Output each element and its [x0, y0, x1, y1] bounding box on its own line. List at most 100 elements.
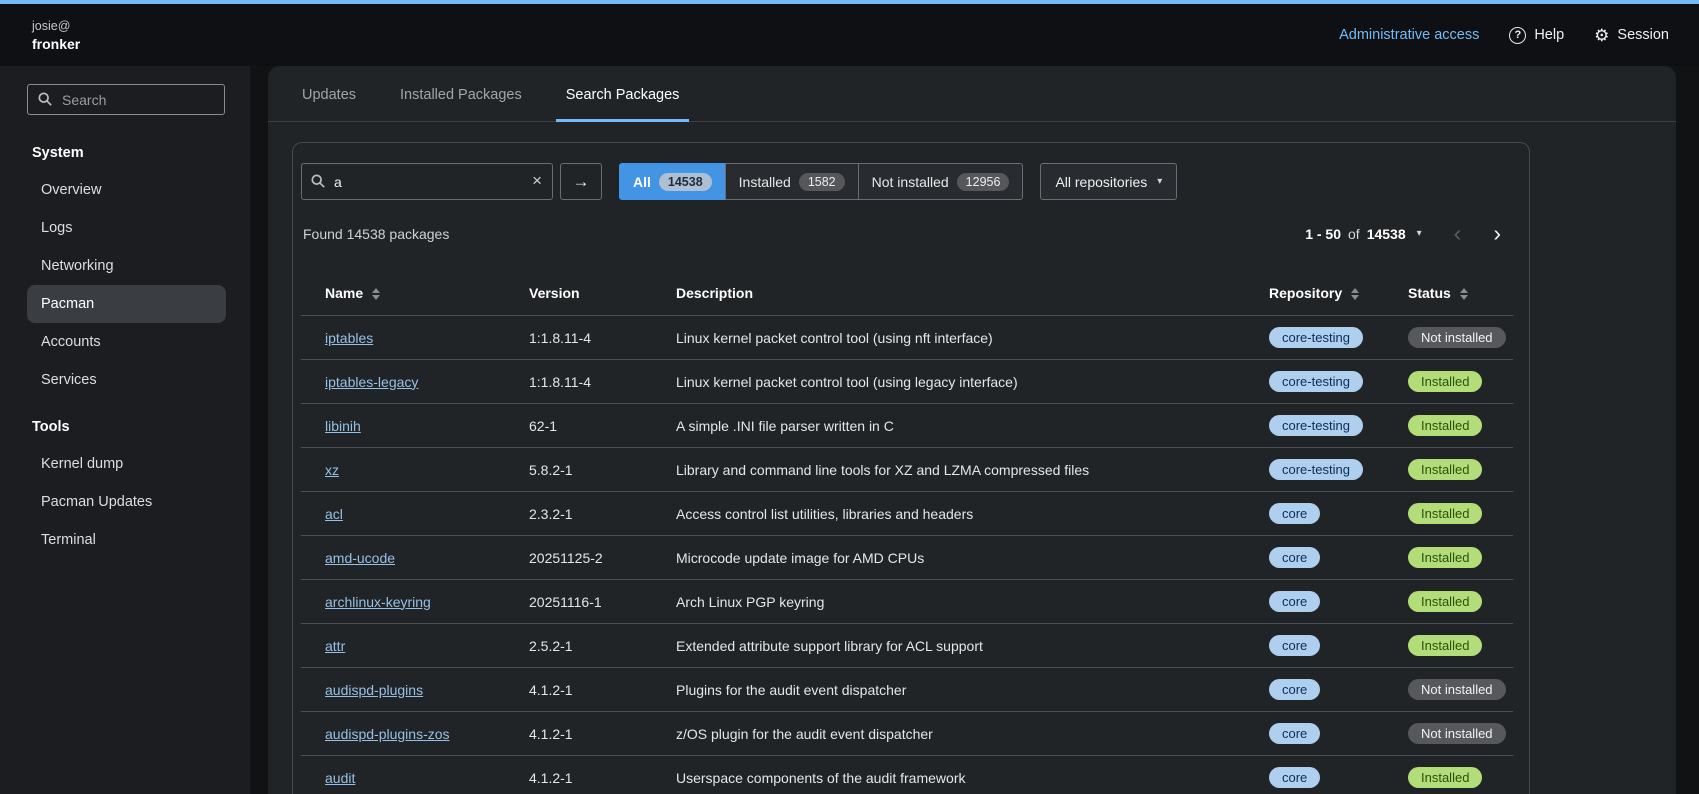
package-search-input[interactable] — [301, 163, 553, 200]
repository-dropdown-label: All repositories — [1055, 174, 1147, 190]
package-description: Microcode update image for AMD CPUs — [664, 536, 1257, 580]
sidebar-item-terminal[interactable]: Terminal — [27, 521, 226, 559]
sidebar-section-title: Tools — [0, 411, 250, 445]
package-link[interactable]: archlinux-keyring — [325, 594, 431, 610]
table-row: archlinux-keyring 20251116-1 Arch Linux … — [301, 580, 1513, 624]
filter-count-badge: 14538 — [659, 173, 712, 191]
sidebar-item-logs[interactable]: Logs — [27, 209, 226, 247]
sidebar-item-accounts[interactable]: Accounts — [27, 323, 226, 361]
sidebar-item-kernel-dump[interactable]: Kernel dump — [27, 445, 226, 483]
sidebar-section-list: Kernel dump Pacman Updates Terminal — [0, 445, 250, 559]
sidebar-search — [27, 84, 225, 115]
column-header-repository[interactable]: Repository — [1257, 271, 1396, 316]
search-icon — [311, 174, 325, 193]
repository-badge: core — [1269, 547, 1320, 568]
pagination-total: 14538 — [1367, 226, 1406, 242]
package-link[interactable]: acl — [325, 506, 343, 522]
status-badge: Installed — [1408, 591, 1482, 612]
table-row: amd-ucode 20251125-2 Microcode update im… — [301, 536, 1513, 580]
next-page-button[interactable]: › — [1487, 222, 1507, 245]
sidebar-section: Tools Kernel dump Pacman Updates Termina… — [0, 411, 250, 559]
table-row: attr 2.5.2-1 Extended attribute support … — [301, 624, 1513, 668]
sidebar-item-label: Pacman Updates — [41, 494, 152, 510]
repository-badge: core — [1269, 723, 1320, 744]
package-version: 4.1.2-1 — [517, 668, 664, 712]
search-submit-button[interactable]: → — [560, 163, 602, 200]
sidebar-section-title: System — [0, 137, 250, 171]
package-link[interactable]: xz — [325, 462, 339, 478]
column-header-name[interactable]: Name — [301, 271, 517, 316]
package-link[interactable]: iptables — [325, 330, 373, 346]
administrative-access-link[interactable]: Administrative access — [1339, 27, 1479, 43]
logged-in-user: josie@ — [32, 19, 80, 33]
session-menu[interactable]: ⚙ Session — [1594, 27, 1669, 44]
sort-icon — [1460, 288, 1468, 300]
pagination-of-label: of — [1348, 226, 1360, 242]
masthead: josie@ fronker Administrative access ? H… — [0, 4, 1699, 66]
toolbar: × → All 14538 Installed 1582 Not install… — [301, 163, 1521, 218]
tab-installed-packages[interactable]: Installed Packages — [390, 66, 532, 121]
repository-dropdown[interactable]: All repositories ▾ — [1040, 163, 1177, 200]
package-description: Linux kernel packet control tool (using … — [664, 316, 1257, 360]
sidebar-item-services[interactable]: Services — [27, 361, 226, 399]
previous-page-button[interactable]: ‹ — [1448, 222, 1468, 245]
column-label: Name — [325, 285, 363, 301]
column-label: Version — [529, 285, 580, 301]
package-description: A simple .INI file parser written in C — [664, 404, 1257, 448]
table-row: iptables-legacy 1:1.8.11-4 Linux kernel … — [301, 360, 1513, 404]
sort-icon — [1351, 288, 1359, 300]
package-link[interactable]: audispd-plugins — [325, 682, 423, 698]
clear-search-button[interactable]: × — [530, 170, 544, 191]
package-version: 1:1.8.11-4 — [517, 360, 664, 404]
repository-badge: core-testing — [1269, 371, 1363, 392]
package-description: Plugins for the audit event dispatcher — [664, 668, 1257, 712]
table-row: audispd-plugins-zos 4.1.2-1 z/OS plugin … — [301, 712, 1513, 756]
package-link[interactable]: libinih — [325, 418, 361, 434]
sidebar-item-pacman[interactable]: Pacman — [27, 285, 226, 323]
package-version: 4.1.2-1 — [517, 756, 664, 794]
status-badge: Not installed — [1408, 327, 1506, 348]
package-link[interactable]: audit — [325, 770, 355, 786]
sidebar-item-overview[interactable]: Overview — [27, 171, 226, 209]
package-link[interactable]: audispd-plugins-zos — [325, 726, 450, 742]
sidebar-item-label: Services — [41, 372, 97, 388]
sidebar-item-label: Terminal — [41, 532, 96, 548]
column-label: Status — [1408, 285, 1451, 301]
sidebar-item-pacman-updates[interactable]: Pacman Updates — [27, 483, 226, 521]
chevron-down-icon: ▾ — [1157, 176, 1162, 187]
package-link[interactable]: amd-ucode — [325, 550, 395, 566]
package-version: 2.3.2-1 — [517, 492, 664, 536]
package-version: 20251125-2 — [517, 536, 664, 580]
sidebar-item-label: Logs — [41, 220, 72, 236]
status-badge: Installed — [1408, 371, 1482, 392]
masthead-actions: Administrative access ? Help ⚙ Session — [1339, 27, 1669, 44]
sidebar-search-input[interactable] — [27, 84, 225, 115]
session-label: Session — [1617, 27, 1669, 43]
package-link[interactable]: iptables-legacy — [325, 374, 418, 390]
column-label: Repository — [1269, 285, 1342, 301]
sidebar: System Overview Logs Networking Pacman A… — [0, 66, 250, 794]
package-table-body: iptables 1:1.8.11-4 Linux kernel packet … — [301, 316, 1513, 794]
sidebar-item-label: Overview — [41, 182, 101, 198]
hostname: fronker — [32, 36, 80, 52]
table-row: libinih 62-1 A simple .INI file parser w… — [301, 404, 1513, 448]
filter-not-installed[interactable]: Not installed 12956 — [858, 163, 1024, 200]
package-description: z/OS plugin for the audit event dispatch… — [664, 712, 1257, 756]
tab-updates[interactable]: Updates — [292, 66, 366, 121]
sidebar-item-networking[interactable]: Networking — [27, 247, 226, 285]
status-badge: Not installed — [1408, 679, 1506, 700]
package-link[interactable]: attr — [325, 638, 345, 654]
package-description: Arch Linux PGP keyring — [664, 580, 1257, 624]
filter-installed[interactable]: Installed 1582 — [725, 163, 859, 200]
filter-all[interactable]: All 14538 — [619, 163, 726, 200]
table-row: acl 2.3.2-1 Access control list utilitie… — [301, 492, 1513, 536]
help-menu[interactable]: ? Help — [1509, 27, 1564, 44]
host-switcher[interactable]: josie@ fronker — [32, 19, 80, 52]
table-row: audit 4.1.2-1 Userspace components of th… — [301, 756, 1513, 794]
package-version: 1:1.8.11-4 — [517, 316, 664, 360]
tab-search-packages[interactable]: Search Packages — [556, 66, 690, 121]
package-version: 5.8.2-1 — [517, 448, 664, 492]
column-header-status[interactable]: Status — [1396, 271, 1513, 316]
package-description: Extended attribute support library for A… — [664, 624, 1257, 668]
pagination-menu-toggle[interactable]: 1 - 50 of 14538 ▾ — [1305, 226, 1421, 242]
